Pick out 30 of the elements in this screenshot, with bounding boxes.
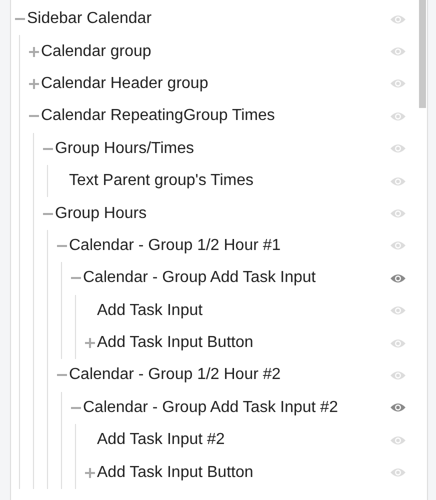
- collapse-icon[interactable]: [43, 212, 53, 215]
- tree-item-label[interactable]: Sidebar Calendar: [27, 10, 152, 28]
- expand-icon[interactable]: [85, 468, 95, 478]
- tree-item-label[interactable]: Calendar - Group 1/2 Hour #1: [69, 236, 281, 254]
- collapse-icon[interactable]: [57, 374, 67, 376]
- collapse-icon[interactable]: [57, 244, 67, 247]
- tree-item-label[interactable]: Calendar RepeatingGroup Times: [41, 107, 275, 124]
- tree-item-label[interactable]: Calendar - Group Add Task Input: [83, 269, 316, 286]
- tree-item-label[interactable]: Add Task Input Button: [97, 334, 254, 352]
- tree-item-label[interactable]: Add Task Input: [97, 302, 203, 319]
- tree-item-label[interactable]: Calendar group: [41, 42, 152, 60]
- collapse-icon[interactable]: [71, 277, 81, 280]
- expand-icon[interactable]: [29, 46, 39, 57]
- collapse-icon[interactable]: [71, 406, 81, 409]
- tree-item-label[interactable]: Add Task Input #2: [97, 431, 225, 448]
- tree-item-label[interactable]: Calendar - Group Add Task Input #2: [83, 398, 338, 416]
- collapse-icon[interactable]: [43, 148, 53, 150]
- tree-item-label[interactable]: Text Parent group's Times: [69, 172, 254, 190]
- tree-item-label[interactable]: Calendar Header group: [41, 74, 208, 92]
- eye-icon[interactable]: [390, 402, 406, 414]
- tree-item-label[interactable]: Group Hours: [55, 204, 147, 222]
- collapse-icon[interactable]: [29, 115, 39, 118]
- collapse-icon[interactable]: [15, 18, 25, 20]
- tree-item-label[interactable]: Add Task Input Button: [97, 464, 254, 481]
- tree-item-label[interactable]: Group Hours/Times: [55, 140, 194, 157]
- tree-item-label[interactable]: Calendar - Group 1/2 Hour #2: [69, 366, 281, 384]
- scrollbar-thumb[interactable]: [419, 0, 426, 108]
- expand-icon[interactable]: [29, 78, 39, 89]
- eye-icon[interactable]: [390, 272, 406, 284]
- expand-icon[interactable]: [85, 338, 95, 348]
